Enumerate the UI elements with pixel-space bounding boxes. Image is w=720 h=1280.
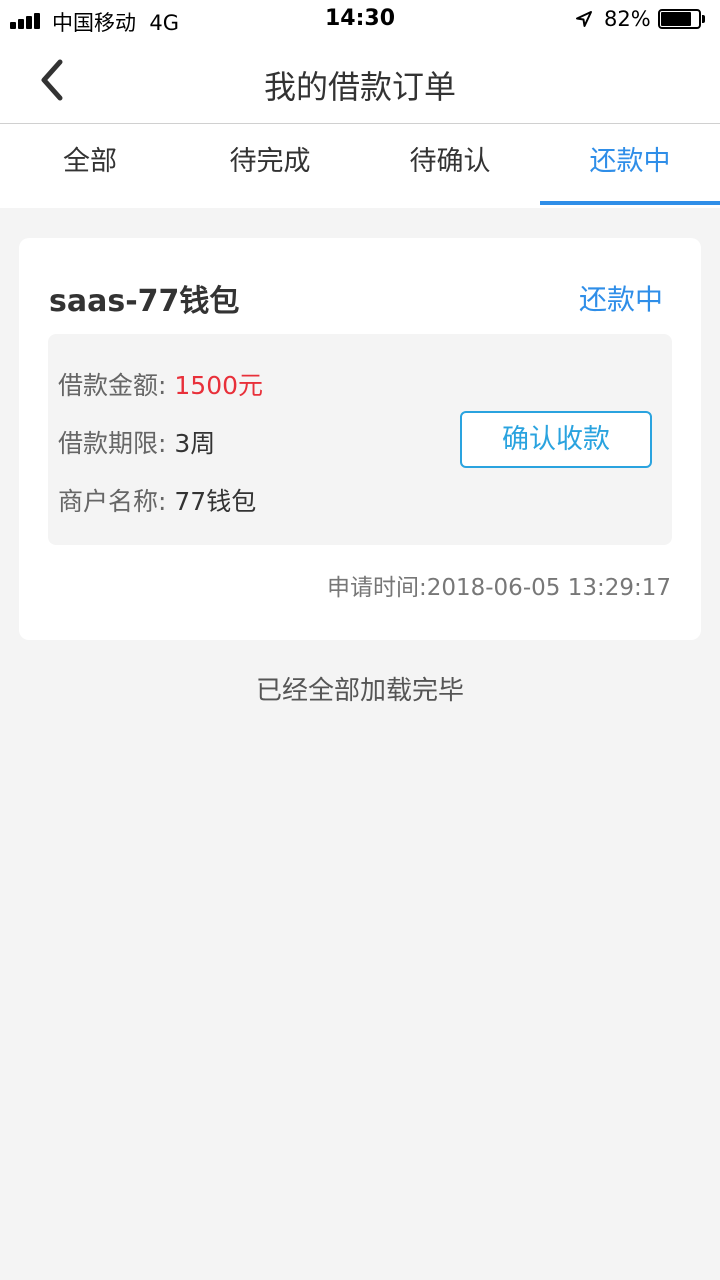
loan-term-row: 借款期限: 3周 <box>58 424 215 460</box>
loan-term-value: 3周 <box>174 429 216 458</box>
battery-percent: 82% <box>604 7 651 31</box>
confirm-receipt-button[interactable]: 确认收款 <box>460 411 652 468</box>
order-merchant-title: saas-77钱包 <box>49 284 240 319</box>
tab-to-confirm[interactable]: 待确认 <box>360 124 540 208</box>
page-title: 我的借款订单 <box>263 68 456 106</box>
tab-pending[interactable]: 待完成 <box>180 124 360 208</box>
active-tab-indicator <box>540 201 720 205</box>
order-status-badge: 还款中 <box>578 283 663 316</box>
loan-amount-value: 1500元 <box>174 371 264 400</box>
load-complete-text: 已经全部加载完毕 <box>255 676 464 706</box>
order-detail-box: 借款金额: 1500元 借款期限: 3周 商户名称: 77钱包 确认收款 <box>48 334 672 545</box>
nav-bar: 我的借款订单 <box>0 40 720 124</box>
loan-term-label: 借款期限: <box>58 429 167 458</box>
merchant-name-row: 商户名称: 77钱包 <box>58 482 256 518</box>
merchant-name-label: 商户名称: <box>58 487 167 516</box>
order-card[interactable]: saas-77钱包 还款中 借款金额: 1500元 借款期限: 3周 商户名称:… <box>19 238 701 640</box>
tab-repaying[interactable]: 还款中 <box>540 124 720 208</box>
loan-amount-label: 借款金额: <box>58 371 167 400</box>
location-arrow-icon <box>576 11 592 27</box>
tab-all[interactable]: 全部 <box>0 124 180 208</box>
loan-amount-row: 借款金额: 1500元 <box>58 366 263 402</box>
tab-bar: 全部 待完成 待确认 还款中 <box>0 124 720 208</box>
status-bar: 中国移动 4G 14:30 82% <box>0 0 720 40</box>
battery-icon <box>658 9 706 29</box>
merchant-name-value: 77钱包 <box>174 487 257 516</box>
apply-time: 申请时间:2018-06-05 13:29:17 <box>326 575 671 601</box>
